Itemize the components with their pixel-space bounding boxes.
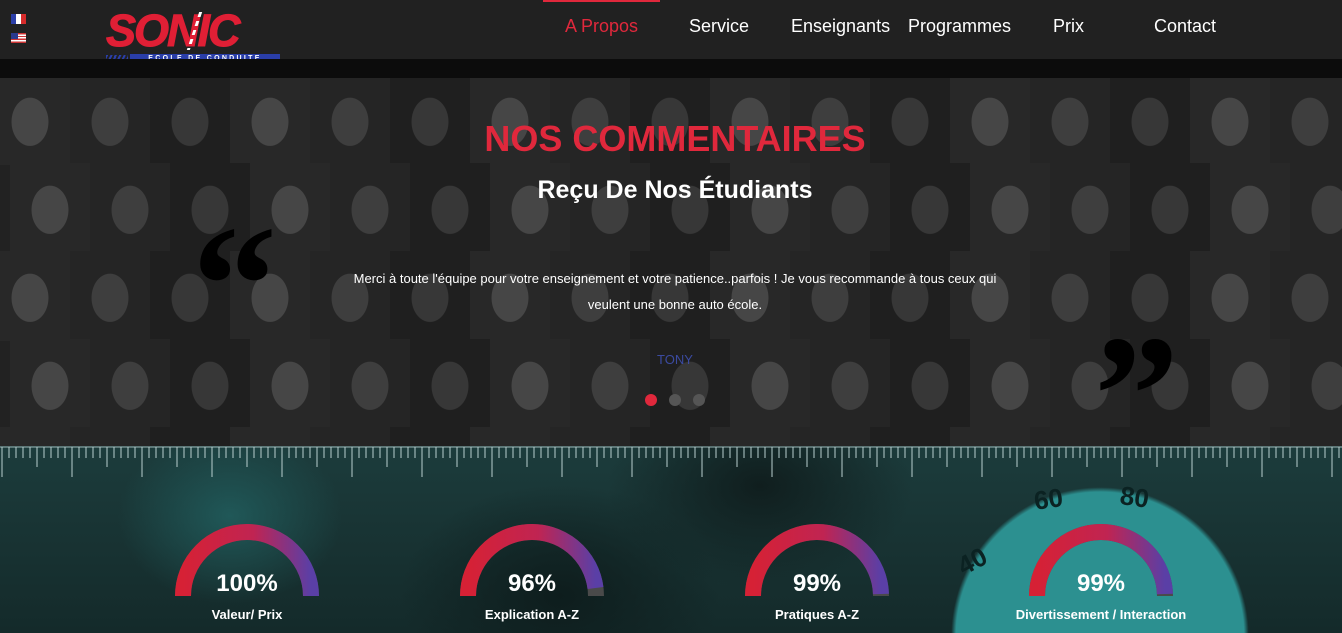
- speedometer-number-80: 80: [1118, 480, 1151, 514]
- nav-item-prix[interactable]: Prix: [1053, 16, 1084, 37]
- section-title: NOS COMMENTAIRES: [484, 118, 866, 159]
- stat-valeur-prix: 100% Valeur/ Prix: [137, 520, 357, 633]
- stat-divertissement: 99% Divertissement / Interaction: [991, 520, 1211, 633]
- header: SONIC ECOLE DE CONDUITE A Propos Service…: [0, 0, 1342, 63]
- logo-wordmark: SONIC: [106, 5, 242, 57]
- stat-label: Divertissement / Interaction: [1015, 607, 1187, 622]
- stat-label: Valeur/ Prix: [211, 607, 283, 622]
- header-divider: [0, 59, 1342, 78]
- stat-value: 99%: [1076, 570, 1126, 597]
- close-quote-icon: ”: [1094, 301, 1179, 446]
- stat-explication: 96% Explication A-Z: [422, 520, 642, 633]
- carousel-dot-1[interactable]: [645, 394, 657, 406]
- testimonials-section: NOS COMMENTAIRES Reçu De Nos Étudiants “…: [0, 78, 1342, 446]
- fr-flag-icon[interactable]: [11, 14, 26, 24]
- open-quote-icon: “: [192, 191, 277, 379]
- nav-active-indicator: [543, 0, 660, 2]
- testimonial-author: TONY: [657, 352, 693, 367]
- nav-item-enseignants[interactable]: Enseignants: [791, 16, 890, 37]
- stat-value: 100%: [216, 570, 278, 597]
- stat-label: Pratiques A-Z: [774, 607, 860, 622]
- stat-label: Explication A-Z: [484, 607, 580, 622]
- stat-pratiques: 99% Pratiques A-Z: [707, 520, 927, 633]
- carousel-dot-3[interactable]: [693, 394, 705, 406]
- us-flag-icon[interactable]: [11, 33, 26, 43]
- speedometer-number-60: 60: [1031, 482, 1065, 516]
- stat-value: 96%: [507, 570, 557, 597]
- nav-item-a-propos[interactable]: A Propos: [565, 16, 638, 37]
- stats-section: 60 80 40 100% Valeur/ Prix 96% Explicati…: [0, 446, 1342, 633]
- logo[interactable]: SONIC ECOLE DE CONDUITE: [104, 5, 282, 66]
- nav-item-contact[interactable]: Contact: [1154, 16, 1216, 37]
- testimonial-text: Merci à toute l'équipe pour votre enseig…: [353, 271, 997, 312]
- stat-value: 99%: [792, 570, 842, 597]
- ruler-decoration: [0, 446, 1342, 477]
- carousel-dot-2[interactable]: [669, 394, 681, 406]
- nav-item-service[interactable]: Service: [689, 16, 749, 37]
- nav-item-programmes[interactable]: Programmes: [908, 16, 1011, 37]
- carousel-dots: [645, 394, 711, 406]
